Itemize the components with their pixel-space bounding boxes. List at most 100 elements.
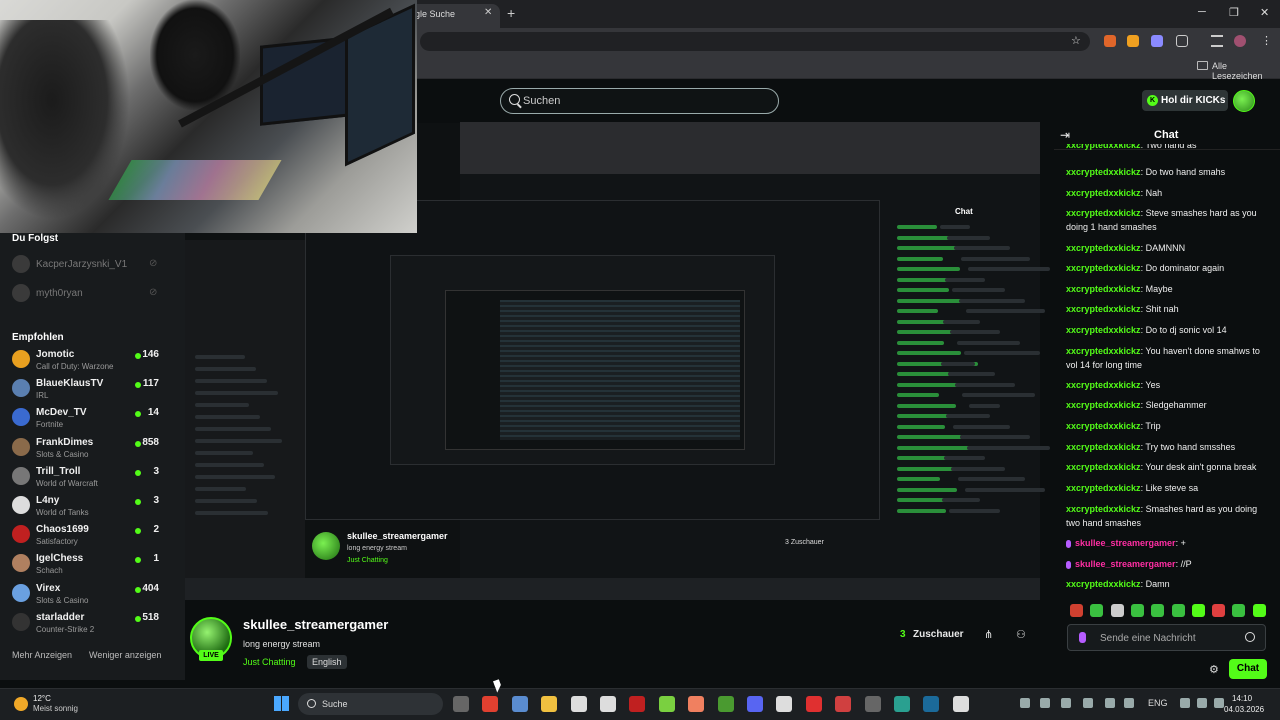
calculator-icon[interactable] (511, 696, 528, 712)
app-tray-icon[interactable] (1040, 698, 1050, 708)
sidebar-channel-name[interactable]: FrankDimes (36, 437, 93, 448)
sidebar-channel-name[interactable]: starladder (36, 612, 84, 623)
all-bookmarks-button[interactable]: Alle Lesezeichen (1212, 61, 1280, 81)
chrome-icon[interactable] (482, 696, 499, 712)
task-view-icon[interactable] (453, 696, 469, 712)
chat-username[interactable]: skullee_streamergamer (1075, 538, 1176, 548)
chat-username[interactable]: xxcryptedxxkickz (1066, 144, 1141, 150)
emote-icon[interactable] (1212, 604, 1226, 617)
chat-username[interactable]: xxcryptedxxkickz (1066, 263, 1141, 273)
followed-channel[interactable]: KacperJarzysnki_V1 (36, 259, 127, 270)
windows-start-icon[interactable] (274, 696, 289, 711)
streamer-name[interactable]: skullee_streamergamer (243, 617, 388, 632)
chat-username[interactable]: xxcryptedxxkickz (1066, 483, 1141, 493)
chat-username[interactable]: xxcryptedxxkickz (1066, 243, 1141, 253)
window-close-icon[interactable]: ✕ (1260, 6, 1269, 19)
game-icon[interactable] (629, 696, 646, 712)
new-tab-button[interactable]: + (507, 5, 515, 21)
volume-icon[interactable] (1197, 698, 1207, 708)
avatar[interactable] (12, 350, 30, 368)
emote-icon[interactable] (1252, 604, 1266, 617)
app-icon[interactable] (952, 696, 969, 712)
extension-icon[interactable] (1127, 35, 1139, 47)
emote-icon[interactable] (1232, 604, 1246, 617)
battery-icon[interactable] (1214, 698, 1224, 708)
stream-category[interactable]: Just Chatting (243, 657, 296, 667)
media-control-icon[interactable] (1211, 35, 1223, 47)
app-icon[interactable] (835, 696, 852, 712)
chat-username[interactable]: xxcryptedxxkickz (1066, 284, 1141, 294)
clock-time[interactable]: 14:10 (1232, 694, 1252, 703)
chevron-up-icon[interactable] (1020, 698, 1030, 708)
chat-username[interactable]: xxcryptedxxkickz (1066, 579, 1141, 589)
app-icon[interactable] (688, 696, 705, 712)
chat-username[interactable]: skullee_streamergamer (1075, 559, 1176, 569)
show-more-link[interactable]: Mehr Anzeigen (12, 650, 72, 660)
avatar[interactable] (12, 284, 30, 302)
emote-icon[interactable] (1090, 604, 1104, 617)
app-tray-icon[interactable] (1061, 698, 1071, 708)
minecraft-icon[interactable] (717, 696, 734, 712)
clock-date[interactable]: 04.03.2026 (1224, 705, 1264, 714)
sidebar-channel-name[interactable]: Trill_Troll (36, 466, 80, 477)
keyboard-icon[interactable] (1124, 698, 1134, 708)
app-icon[interactable] (894, 696, 910, 712)
avatar[interactable] (12, 612, 30, 631)
microphone-icon[interactable] (1105, 698, 1115, 708)
user-avatar[interactable] (1233, 90, 1255, 112)
extension-icon[interactable] (1151, 35, 1163, 47)
discord-icon[interactable] (747, 696, 763, 712)
language-indicator[interactable]: ENG (1148, 698, 1168, 708)
weather-icon[interactable] (14, 697, 28, 711)
chat-username[interactable]: xxcryptedxxkickz (1066, 380, 1141, 390)
stream-language-tag[interactable]: English (307, 655, 347, 669)
collapse-chat-icon[interactable]: ⇥ (1060, 128, 1070, 142)
chat-username[interactable]: xxcryptedxxkickz (1066, 325, 1141, 335)
chat-username[interactable]: xxcryptedxxkickz (1066, 400, 1141, 410)
chat-username[interactable]: xxcryptedxxkickz (1066, 208, 1141, 218)
chat-settings-icon[interactable]: ⚙ (1209, 663, 1219, 676)
taskbar-search-box[interactable] (298, 693, 443, 715)
chat-username[interactable]: xxcryptedxxkickz (1066, 304, 1141, 314)
store-icon[interactable] (570, 696, 587, 712)
profile-icon[interactable] (1234, 35, 1246, 47)
chat-username[interactable]: xxcryptedxxkickz (1066, 188, 1141, 198)
address-bar[interactable] (420, 32, 1090, 51)
chat-username[interactable]: xxcryptedxxkickz (1066, 346, 1141, 356)
sidebar-channel-name[interactable]: BlaueKlausTV (36, 378, 103, 389)
emote-icon[interactable] (1130, 604, 1144, 617)
sidebar-channel-name[interactable]: Chaos1699 (36, 524, 89, 535)
bookmark-star-icon[interactable]: ☆ (1071, 34, 1081, 47)
send-chat-button[interactable]: Chat (1229, 659, 1267, 679)
followed-channel[interactable]: myth0ryan (36, 288, 83, 299)
sidebar-channel-name[interactable]: Jomotic (36, 349, 74, 360)
chat-username[interactable]: xxcryptedxxkickz (1066, 462, 1141, 472)
file-explorer-icon[interactable] (541, 696, 558, 712)
network-icon[interactable] (1180, 698, 1190, 708)
app-tray-icon[interactable] (1083, 698, 1093, 708)
chat-username[interactable]: xxcryptedxxkickz (1066, 442, 1141, 452)
extension-icon[interactable] (1104, 35, 1116, 47)
emote-icon[interactable] (1070, 604, 1083, 617)
app-icon[interactable] (864, 696, 881, 712)
app-icon[interactable] (658, 696, 675, 712)
app-icon[interactable] (776, 696, 793, 712)
app-icon[interactable] (600, 696, 616, 712)
chat-username[interactable]: xxcryptedxxkickz (1066, 167, 1141, 177)
menu-kebab-icon[interactable]: ⋮ (1261, 34, 1272, 47)
steam-icon[interactable] (923, 696, 940, 712)
sidebar-channel-name[interactable]: L4ny (36, 495, 59, 506)
chat-username[interactable]: xxcryptedxxkickz (1066, 421, 1141, 431)
emote-icon[interactable] (1110, 604, 1124, 617)
emote-icon[interactable] (1191, 604, 1205, 617)
sidebar-channel-name[interactable]: IgelChess (36, 553, 83, 564)
record-icon[interactable] (805, 696, 822, 712)
extensions-puzzle-icon[interactable] (1176, 35, 1188, 47)
emote-icon[interactable] (1151, 604, 1165, 617)
avatar[interactable] (12, 437, 30, 456)
share-icon[interactable]: ⋔ (984, 628, 993, 641)
chat-username[interactable]: xxcryptedxxkickz (1066, 504, 1141, 514)
minimize-icon[interactable]: ─ (1198, 6, 1206, 18)
emote-icon[interactable] (1171, 604, 1185, 617)
follow-icon[interactable]: ⚇ (1016, 628, 1026, 641)
